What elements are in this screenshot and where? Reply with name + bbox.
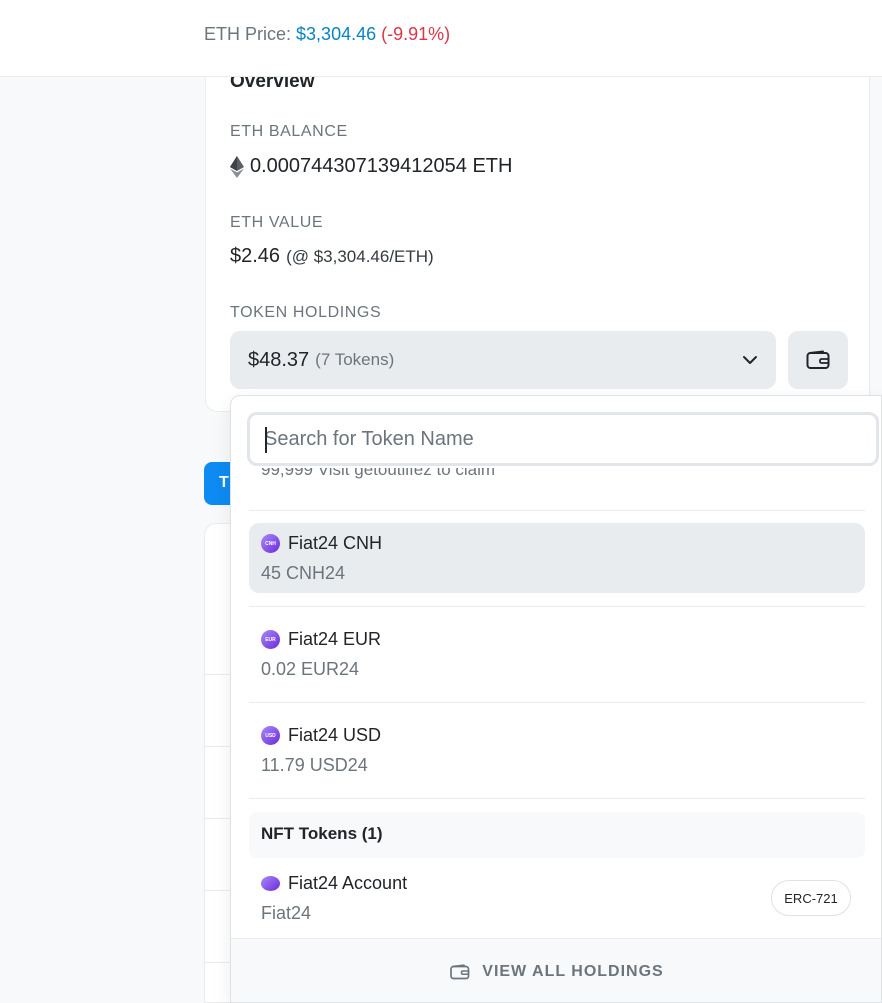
fiat24-cnh-icon: CNH xyxy=(261,534,280,553)
view-all-holdings-button[interactable]: VIEW ALL HOLDINGS xyxy=(231,938,881,1002)
eth-balance: 0.000744307139412054 ETH xyxy=(230,155,512,178)
token-name: Fiat24 CNH xyxy=(288,533,383,553)
eth-price: ETH Price: $3,304.46 (-9.91%) xyxy=(204,24,450,45)
token-search-box xyxy=(247,412,879,466)
token-name: Fiat24 EUR xyxy=(288,629,382,649)
eth-value-amount: $2.46 xyxy=(230,245,281,267)
token-item-fiat24-usd[interactable]: USD Fiat24 USD 11.79 USD24 xyxy=(249,715,865,785)
eth-value-rate: (@ $3,304.46/ETH) xyxy=(286,246,434,266)
token-search-input[interactable] xyxy=(250,415,876,463)
wallet-icon xyxy=(806,350,830,369)
eth-balance-value: 0.000744307139412054 ETH xyxy=(250,155,513,177)
token-standard-badge: ERC-721 xyxy=(771,880,851,916)
divider xyxy=(249,510,865,511)
view-all-holdings-label: VIEW ALL HOLDINGS xyxy=(482,962,664,980)
eth-balance-label: ETH BALANCE xyxy=(230,123,348,140)
chevron-down-icon xyxy=(743,356,757,364)
token-holdings-label: TOKEN HOLDINGS xyxy=(230,304,382,321)
token-amount: 11.79 USD24 xyxy=(261,755,368,775)
wallet-icon xyxy=(450,963,470,979)
fiat24-usd-icon: USD xyxy=(261,726,280,745)
token-item-fiat24-eur[interactable]: EUR Fiat24 EUR 0.02 EUR24 xyxy=(249,619,865,689)
eth-price-label: ETH Price: xyxy=(204,24,292,44)
eth-price-change: (-9.91%) xyxy=(381,24,451,44)
eth-value: $2.46 (@ $3,304.46/ETH) xyxy=(230,245,434,268)
token-item-fiat24-cnh[interactable]: CNH Fiat24 CNH 45 CNH24 xyxy=(249,523,865,593)
token-amount: Fiat24 xyxy=(261,903,312,923)
ethereum-icon xyxy=(230,155,244,178)
token-name: Fiat24 Account xyxy=(288,873,408,893)
text-caret xyxy=(265,427,267,453)
divider xyxy=(249,798,865,799)
eth-value-label: ETH VALUE xyxy=(230,214,324,231)
token-holdings-count: (7 Tokens) xyxy=(315,350,395,369)
token-holdings-menu: 99,999 Visit getoutlifez to claim CNH Fi… xyxy=(230,395,882,1003)
token-holdings-value: $48.37 xyxy=(248,348,310,371)
overview-card: Overview ETH BALANCE 0.00074430713941205… xyxy=(205,40,870,412)
eth-price-value[interactable]: $3,304.46 xyxy=(296,24,376,44)
wallet-button[interactable] xyxy=(788,331,848,389)
token-holdings-dropdown[interactable]: $48.37 (7 Tokens) xyxy=(230,331,776,389)
fiat24-account-icon xyxy=(261,876,280,891)
fiat24-eur-icon: EUR xyxy=(261,630,280,649)
divider xyxy=(249,606,865,607)
background-tab-label: T xyxy=(219,474,229,491)
top-bar: ETH Price: $3,304.46 (-9.91%) xyxy=(0,0,882,77)
token-amount: 45 CNH24 xyxy=(261,563,346,583)
token-amount: 0.02 EUR24 xyxy=(261,659,360,679)
nft-tokens-heading: NFT Tokens (1) xyxy=(249,812,865,858)
divider xyxy=(249,702,865,703)
token-name: Fiat24 USD xyxy=(288,725,382,745)
clipped-token-item[interactable]: 99,999 Visit getoutlifez to claim xyxy=(261,468,495,482)
